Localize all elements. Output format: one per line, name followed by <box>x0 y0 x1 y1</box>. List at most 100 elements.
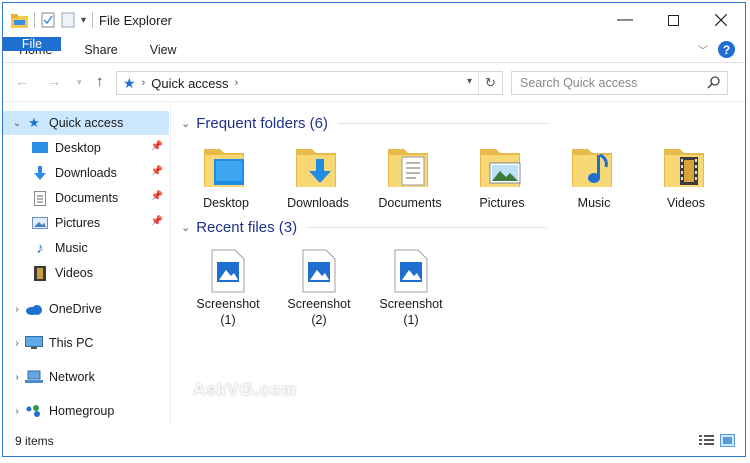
tab-share[interactable]: Share <box>68 37 133 62</box>
title-bar: ▾ File Explorer — <box>3 3 745 37</box>
music-folder-icon <box>572 149 612 187</box>
status-bar: 9 items <box>3 426 745 456</box>
picture-icon <box>31 215 49 231</box>
navigation-pane: ⌄ ★ Quick access Desktop 📌 Downloads 📌 D… <box>3 103 171 425</box>
recent-locations-icon[interactable]: ▾ <box>77 77 82 88</box>
sidebar-item-homegroup[interactable]: › Homegroup <box>3 399 169 423</box>
search-icon[interactable] <box>707 75 721 89</box>
sidebar-item-onedrive[interactable]: › OneDrive <box>3 297 169 321</box>
sidebar-item-network[interactable]: › Network <box>3 365 169 389</box>
expand-ribbon-icon[interactable]: ﹀ <box>698 42 708 57</box>
window-title: File Explorer <box>99 12 172 28</box>
sidebar-item-label: Desktop <box>55 141 101 155</box>
group-title: Recent files (3) <box>196 219 298 236</box>
address-bar[interactable]: ★ › Quick access › ▾ ↻ <box>116 71 503 95</box>
sidebar-item-label: Network <box>49 370 95 384</box>
ribbon-tabs: File Home Share View ﹀ ? <box>3 37 745 63</box>
breadcrumb-quick-access[interactable]: Quick access <box>151 76 228 91</box>
pin-icon[interactable]: 📌 <box>151 191 163 202</box>
folder-app-icon[interactable] <box>11 13 28 28</box>
view-toggle-group <box>699 434 735 447</box>
sidebar-item-desktop[interactable]: Desktop 📌 <box>3 136 169 160</box>
up-arrow-icon[interactable]: ↑ <box>96 73 104 90</box>
search-input[interactable]: Search Quick access <box>511 71 728 95</box>
tab-file[interactable]: File <box>3 37 61 51</box>
sidebar-item-label: OneDrive <box>49 302 102 316</box>
music-note-icon: ♪ <box>36 239 44 257</box>
document-icon <box>31 190 49 206</box>
sidebar-item-label: Pictures <box>55 216 101 230</box>
maximize-button[interactable] <box>649 3 697 37</box>
frequent-folders-header[interactable]: ⌄ Frequent folders (6) <box>181 115 561 132</box>
pin-icon[interactable]: 📌 <box>151 216 163 227</box>
sidebar-item-this-pc[interactable]: › This PC <box>3 331 169 355</box>
refresh-icon[interactable]: ↻ <box>478 72 502 94</box>
folder-music[interactable]: Music <box>554 143 634 210</box>
recent-file-item[interactable]: Screenshot (1) <box>188 249 268 328</box>
group-collapse-chevron-icon[interactable]: ⌄ <box>181 117 190 130</box>
forward-arrow-icon[interactable]: → <box>47 73 61 89</box>
back-arrow-icon[interactable]: ← <box>15 73 29 89</box>
collapsed-chevron-icon[interactable]: › <box>9 338 25 349</box>
sidebar-item-music[interactable]: ♪ Music <box>3 236 169 260</box>
sidebar-item-documents[interactable]: Documents 📌 <box>3 186 169 210</box>
toolbar-divider <box>92 12 94 28</box>
expanded-chevron-icon[interactable]: ⌄ <box>9 118 25 129</box>
sidebar-item-pictures[interactable]: Pictures 📌 <box>3 211 169 235</box>
sidebar-item-downloads[interactable]: Downloads 📌 <box>3 161 169 185</box>
collapsed-chevron-icon[interactable]: › <box>9 406 25 417</box>
customize-toolbar-icon[interactable]: ▾ <box>81 15 86 26</box>
folder-videos[interactable]: Videos <box>646 143 726 210</box>
close-button[interactable] <box>697 3 745 37</box>
sidebar-item-label: Music <box>55 241 88 255</box>
file-name-suffix: (1) <box>403 313 419 327</box>
watermark-text: AskVG.com <box>193 380 298 399</box>
folder-downloads[interactable]: Downloads <box>278 143 358 210</box>
folder-documents[interactable]: Documents <box>370 143 450 210</box>
sidebar-item-label: Videos <box>55 266 93 280</box>
recent-files-header[interactable]: ⌄ Recent files (3) <box>181 219 561 236</box>
pin-icon[interactable]: 📌 <box>151 166 163 177</box>
recent-file-item[interactable]: Screenshot (1) <box>371 249 451 328</box>
large-icons-view-icon[interactable] <box>720 434 735 447</box>
network-icon <box>25 369 43 385</box>
folder-label: Pictures <box>479 196 525 210</box>
sidebar-item-videos[interactable]: Videos <box>3 261 169 285</box>
pin-icon[interactable]: 📌 <box>151 141 163 152</box>
collapsed-chevron-icon[interactable]: › <box>9 304 25 315</box>
collapsed-chevron-icon[interactable]: › <box>9 372 25 383</box>
new-folder-icon[interactable] <box>61 12 75 28</box>
breadcrumb-chevron-icon[interactable]: › <box>235 77 239 89</box>
group-collapse-chevron-icon[interactable]: ⌄ <box>181 221 190 234</box>
recent-file-item[interactable]: Screenshot (2) <box>279 249 359 328</box>
folder-pictures[interactable]: Pictures <box>462 143 542 210</box>
breadcrumb-chevron-icon[interactable]: › <box>142 77 146 89</box>
desktop-folder-icon <box>204 149 244 187</box>
videos-folder-icon <box>664 149 704 187</box>
properties-icon[interactable] <box>41 12 55 28</box>
file-name: Screenshot <box>287 297 351 311</box>
sidebar-item-quick-access[interactable]: ⌄ ★ Quick access <box>3 111 169 135</box>
help-icon[interactable]: ? <box>718 41 735 58</box>
image-file-icon <box>211 249 245 293</box>
tab-view[interactable]: View <box>134 37 193 62</box>
file-name-suffix: (2) <box>311 313 327 327</box>
folder-label: Music <box>577 196 611 210</box>
details-view-icon[interactable] <box>699 434 714 447</box>
quick-access-star-icon: ★ <box>123 74 136 91</box>
group-divider <box>307 227 548 228</box>
downloads-folder-icon <box>296 149 336 187</box>
folder-label: Videos <box>667 196 705 210</box>
sidebar-item-label: Documents <box>55 191 119 205</box>
file-name: Screenshot <box>379 297 443 311</box>
cloud-icon <box>25 301 43 317</box>
sidebar-item-label: This PC <box>49 336 94 350</box>
search-placeholder: Search Quick access <box>520 76 638 90</box>
navigation-bar: ← → ▾ ↑ ★ › Quick access › ▾ ↻ Search Qu… <box>3 64 745 102</box>
folder-desktop[interactable]: Desktop <box>186 143 266 210</box>
image-file-icon <box>302 249 336 293</box>
minimize-button[interactable]: — <box>601 3 649 37</box>
address-dropdown-icon[interactable]: ▾ <box>467 76 472 87</box>
file-explorer-window: ▾ File Explorer — File Home Share View ﹀… <box>2 2 746 457</box>
item-count: 9 items <box>15 434 54 448</box>
